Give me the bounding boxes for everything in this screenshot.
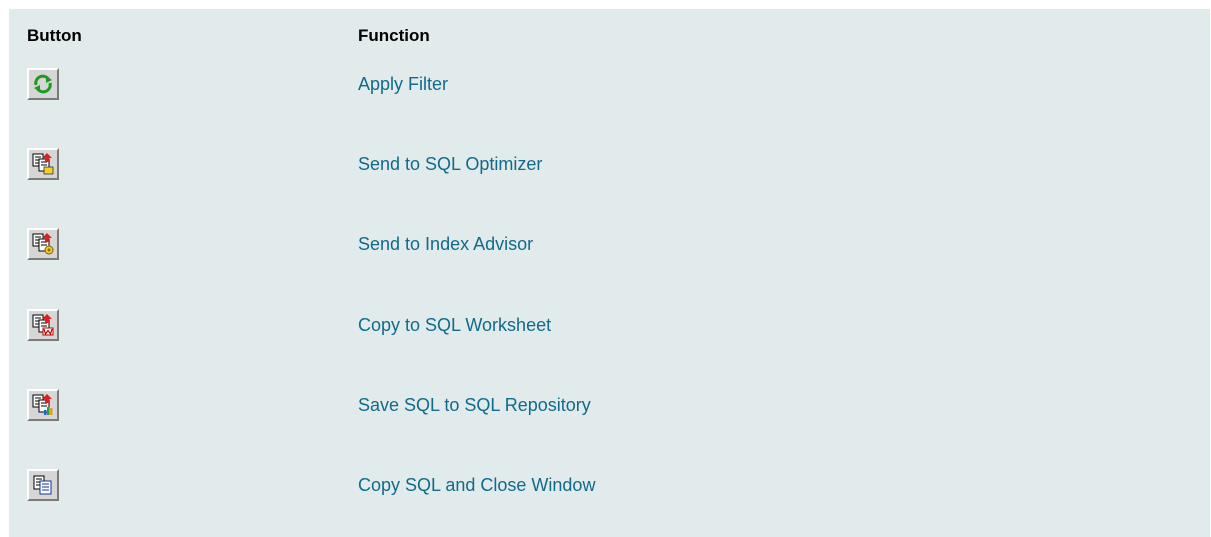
column-header-button: Button (27, 26, 82, 45)
table-row: Save SQL to SQL Repository (9, 385, 1210, 425)
apply-filter-icon (34, 74, 52, 94)
function-label: Save SQL to SQL Repository (358, 395, 591, 415)
table-row: Send to SQL Optimizer (9, 144, 1210, 184)
button-function-table: Button Function Apply Filter Send to SQL… (9, 9, 1210, 537)
table-row: Copy SQL and Close Window (9, 465, 1210, 505)
send-to-sql-optimizer-button[interactable] (27, 148, 59, 180)
send-to-index-advisor-icon (32, 233, 54, 255)
copy-to-sql-worksheet-icon (32, 314, 54, 336)
table-row: Copy to SQL Worksheet (9, 305, 1210, 345)
save-sql-to-repository-button[interactable] (27, 389, 59, 421)
table-row: Send to Index Advisor (9, 224, 1210, 264)
copy-to-sql-worksheet-button[interactable] (27, 309, 59, 341)
function-label: Copy SQL and Close Window (358, 475, 596, 495)
send-to-index-advisor-button[interactable] (27, 228, 59, 260)
copy-sql-close-window-button[interactable] (27, 469, 59, 501)
column-header-function: Function (358, 26, 430, 45)
function-label: Copy to SQL Worksheet (358, 315, 552, 335)
function-label: Send to SQL Optimizer (358, 154, 543, 174)
save-sql-to-repository-icon (32, 394, 53, 415)
function-label: Send to Index Advisor (358, 234, 534, 254)
table-row: Apply Filter (9, 64, 1210, 104)
send-to-sql-optimizer-icon (32, 153, 54, 175)
function-label: Apply Filter (358, 74, 449, 94)
copy-sql-close-window-icon (33, 475, 52, 495)
apply-filter-button[interactable] (27, 68, 59, 100)
